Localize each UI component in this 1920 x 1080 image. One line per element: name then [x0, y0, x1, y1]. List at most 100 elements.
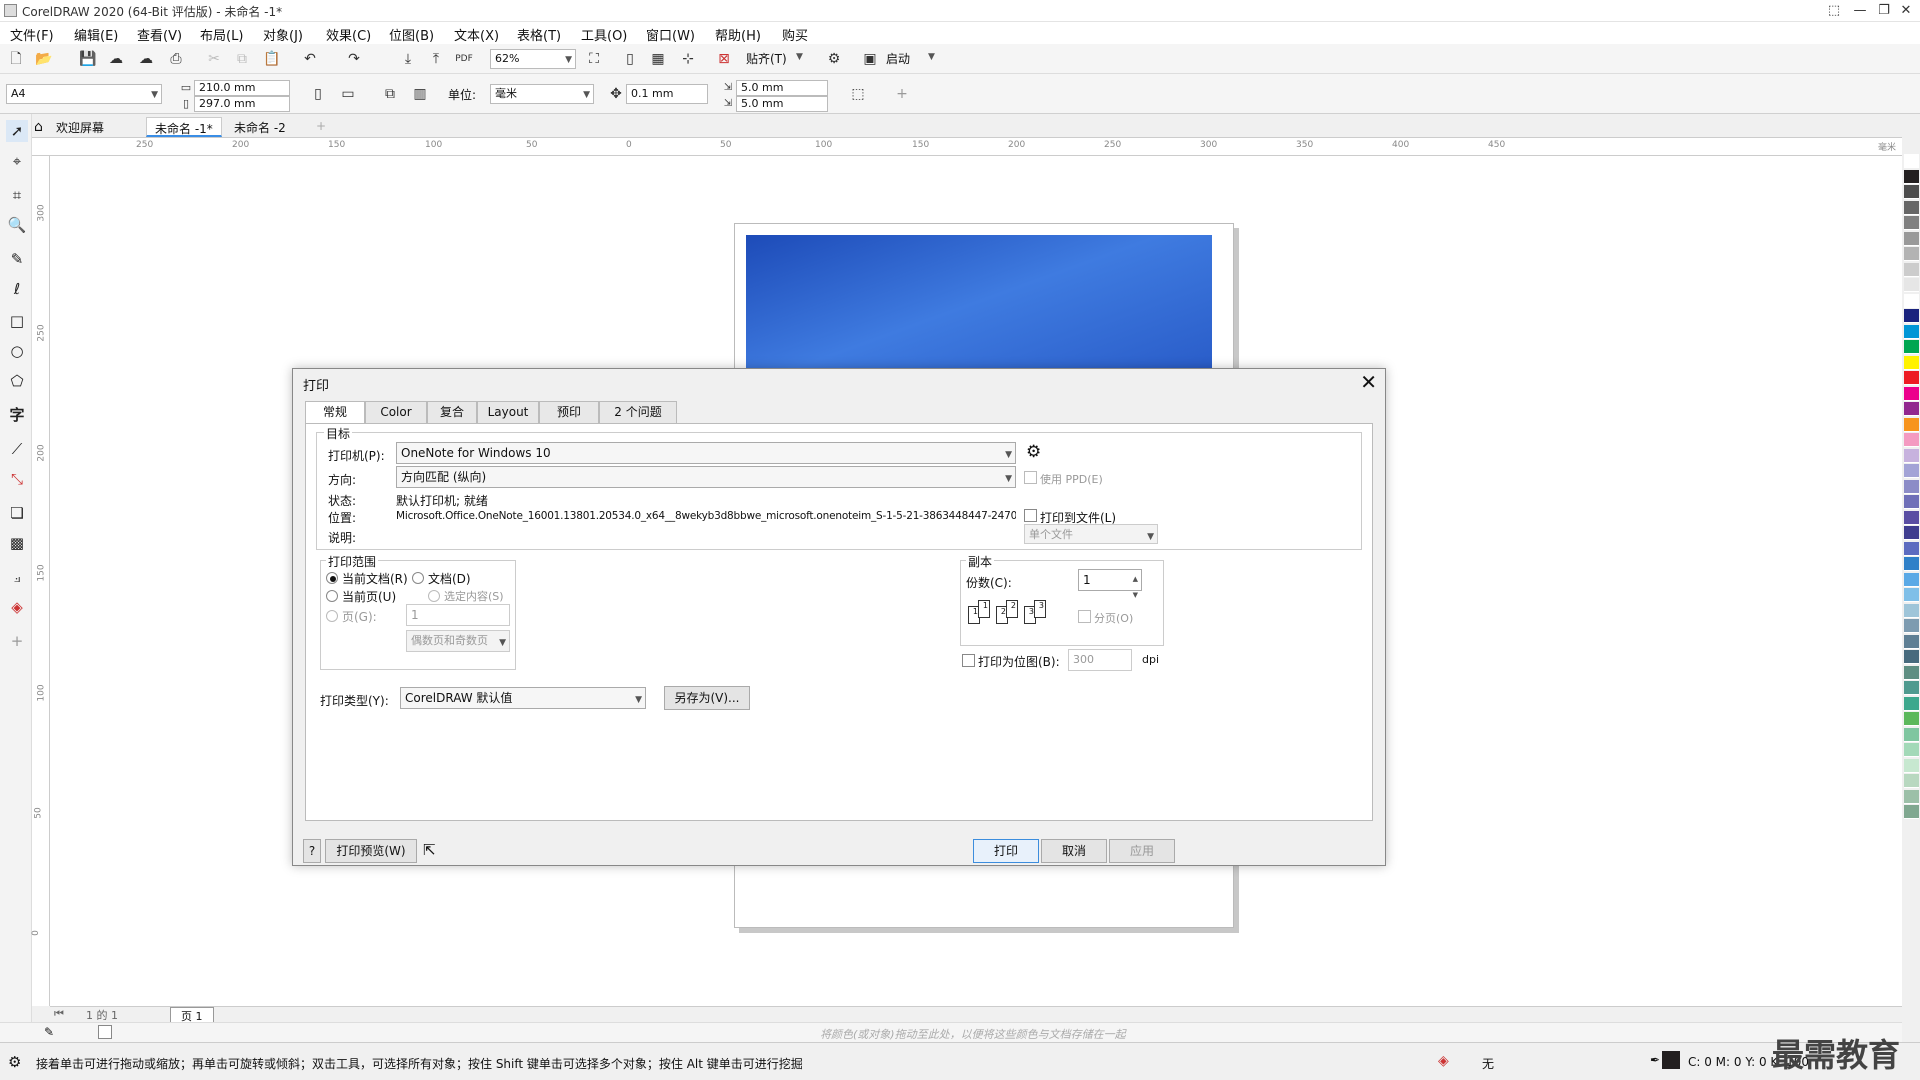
current-document-radio[interactable] — [326, 572, 338, 584]
export-icon[interactable]: ⤒ — [426, 49, 446, 69]
palette-swatch[interactable] — [1904, 774, 1919, 788]
eyedropper-icon[interactable]: ⟓ — [6, 566, 28, 588]
stepper-arrows-icon[interactable]: ▲ ▼ — [1133, 571, 1138, 603]
menu-table[interactable]: 表格(T) — [517, 25, 561, 44]
import-icon[interactable]: ⤓ — [398, 49, 418, 69]
dpi-stepper[interactable]: 300 — [1068, 649, 1132, 671]
landscape-icon[interactable]: ▭ — [338, 84, 358, 104]
print-button[interactable]: 打印 — [973, 839, 1039, 863]
transparency-icon[interactable]: ▩ — [6, 532, 28, 554]
menu-help[interactable]: 帮助(H) — [715, 25, 761, 44]
full-screen-icon[interactable]: ⛶ — [584, 49, 604, 69]
duplicate-x-field[interactable]: 5.0 mm — [736, 80, 828, 96]
open-icon[interactable]: 📂 — [34, 49, 54, 69]
cut-icon[interactable]: ✂ — [204, 49, 224, 69]
tab-color[interactable]: Color — [365, 401, 427, 423]
tab-document-1[interactable]: 未命名 -1* — [146, 117, 222, 137]
selection-radio[interactable] — [428, 590, 440, 602]
palette-swatch[interactable] — [1904, 247, 1919, 261]
save-icon[interactable]: 💾 — [78, 49, 98, 69]
paste-icon[interactable]: 📋 — [262, 49, 282, 69]
palette-swatch[interactable] — [1904, 169, 1919, 184]
polygon-tool-icon[interactable]: ⬠ — [6, 370, 28, 392]
settings-gear-icon[interactable]: ⚙ — [8, 1053, 21, 1071]
page-height-field[interactable]: 297.0 mm — [194, 96, 290, 112]
no-color-swatch[interactable] — [98, 1025, 112, 1039]
palette-swatch[interactable] — [1904, 696, 1919, 711]
palette-swatch[interactable] — [1904, 650, 1919, 664]
palette-swatch[interactable] — [1904, 665, 1919, 680]
pdf-icon[interactable]: PDF — [454, 49, 474, 69]
palette-swatch[interactable] — [1904, 541, 1919, 556]
pick-tool-icon[interactable]: ➚ — [6, 120, 28, 142]
palette-swatch[interactable] — [1904, 309, 1919, 323]
palette-swatch[interactable] — [1904, 293, 1919, 308]
palette-swatch[interactable] — [1904, 340, 1919, 354]
blue-sky-image[interactable] — [746, 235, 1212, 368]
new-document-icon[interactable]: 🗋 — [6, 49, 26, 69]
undo-icon[interactable]: ↶ — [300, 49, 320, 69]
palette-swatch[interactable] — [1904, 619, 1919, 633]
launch-chevron-icon[interactable]: ▼ — [928, 52, 1917, 62]
horizontal-ruler[interactable]: 250 200 150 100 50 0 50 100 150 200 250 … — [32, 138, 1902, 156]
tab-general[interactable]: 常规 — [305, 401, 365, 424]
palette-swatch[interactable] — [1904, 262, 1919, 277]
help-button[interactable]: ? — [303, 839, 321, 863]
close-button[interactable]: ✕ — [1894, 2, 1918, 20]
printer-properties-gear-icon[interactable]: ⚙ — [1026, 442, 1041, 462]
print-type-select[interactable]: CorelDRAW 默认值 ▼ — [400, 687, 646, 709]
eyedropper-small-icon[interactable]: ✎ — [44, 1025, 54, 1039]
tab-document-2[interactable]: 未命名 -2 — [226, 117, 294, 137]
palette-swatch[interactable] — [1904, 417, 1919, 432]
artistic-media-icon[interactable]: ℓ — [6, 278, 28, 300]
vertical-ruler[interactable]: 300 250 200 150 100 50 0 — [31, 156, 50, 1006]
palette-swatch[interactable] — [1904, 727, 1919, 742]
palette-swatch[interactable] — [1904, 495, 1919, 509]
edit-page-icon[interactable]: ⬚ — [848, 84, 868, 104]
restore-panel-icon[interactable]: ⬚ — [1822, 2, 1846, 20]
menu-text[interactable]: 文本(X) — [454, 25, 499, 44]
add-tool-icon[interactable]: + — [6, 630, 28, 652]
single-file-select[interactable]: 单个文件 ▼ — [1024, 524, 1158, 544]
drop-shadow-icon[interactable]: ❏ — [6, 502, 28, 524]
tab-issues[interactable]: 2 个问题 — [599, 401, 677, 423]
snap-off-icon[interactable]: ⊠ — [714, 49, 734, 69]
show-rulers-icon[interactable]: ▯ — [620, 49, 640, 69]
text-tool-icon[interactable]: 字 — [6, 404, 28, 426]
nudge-distance-field[interactable]: 0.1 mm — [626, 84, 708, 104]
palette-swatch[interactable] — [1904, 712, 1919, 726]
zoom-tool-icon[interactable]: 🔍 — [6, 214, 28, 236]
page-width-field[interactable]: 210.0 mm — [194, 80, 290, 96]
tab-composite[interactable]: 复合 — [427, 401, 477, 423]
ellipse-tool-icon[interactable]: ○ — [6, 340, 28, 362]
minimize-button[interactable]: — — [1848, 2, 1872, 20]
palette-swatch[interactable] — [1904, 216, 1919, 230]
menu-edit[interactable]: 编辑(E) — [74, 25, 118, 44]
current-page-radio[interactable] — [326, 590, 338, 602]
tab-welcome-screen[interactable]: 欢迎屏幕 — [48, 117, 112, 137]
new-tab-icon[interactable]: + — [308, 117, 334, 137]
crop-tool-icon[interactable]: ⌗ — [6, 184, 28, 206]
palette-swatch[interactable] — [1904, 464, 1919, 478]
orientation-select[interactable]: 方向匹配 (纵向) ▼ — [396, 466, 1016, 488]
menu-bitmaps[interactable]: 位图(B) — [389, 25, 434, 44]
add-icon[interactable]: + — [892, 84, 912, 104]
palette-swatch[interactable] — [1904, 510, 1919, 525]
rectangle-tool-icon[interactable]: □ — [6, 310, 28, 332]
palette-swatch[interactable] — [1904, 572, 1919, 587]
palette-swatch[interactable] — [1904, 789, 1919, 804]
apply-button[interactable]: 应用 — [1109, 839, 1175, 863]
parallel-dimension-icon[interactable]: ⟋ — [6, 438, 28, 460]
palette-swatch[interactable] — [1904, 154, 1919, 168]
palette-swatch[interactable] — [1904, 805, 1919, 819]
palette-swatch[interactable] — [1904, 526, 1919, 540]
units-select[interactable]: 毫米 ▼ — [490, 84, 594, 104]
print-icon[interactable]: ⎙ — [166, 49, 186, 69]
cloud-download-icon[interactable]: ☁ — [106, 49, 126, 69]
documents-radio[interactable] — [412, 572, 424, 584]
collate-checkbox[interactable] — [1078, 610, 1091, 623]
palette-swatch[interactable] — [1904, 231, 1919, 246]
menu-effects[interactable]: 效果(C) — [326, 25, 371, 44]
duplicate-y-field[interactable]: 5.0 mm — [736, 96, 828, 112]
maximize-button[interactable]: ❐ — [1872, 2, 1896, 20]
